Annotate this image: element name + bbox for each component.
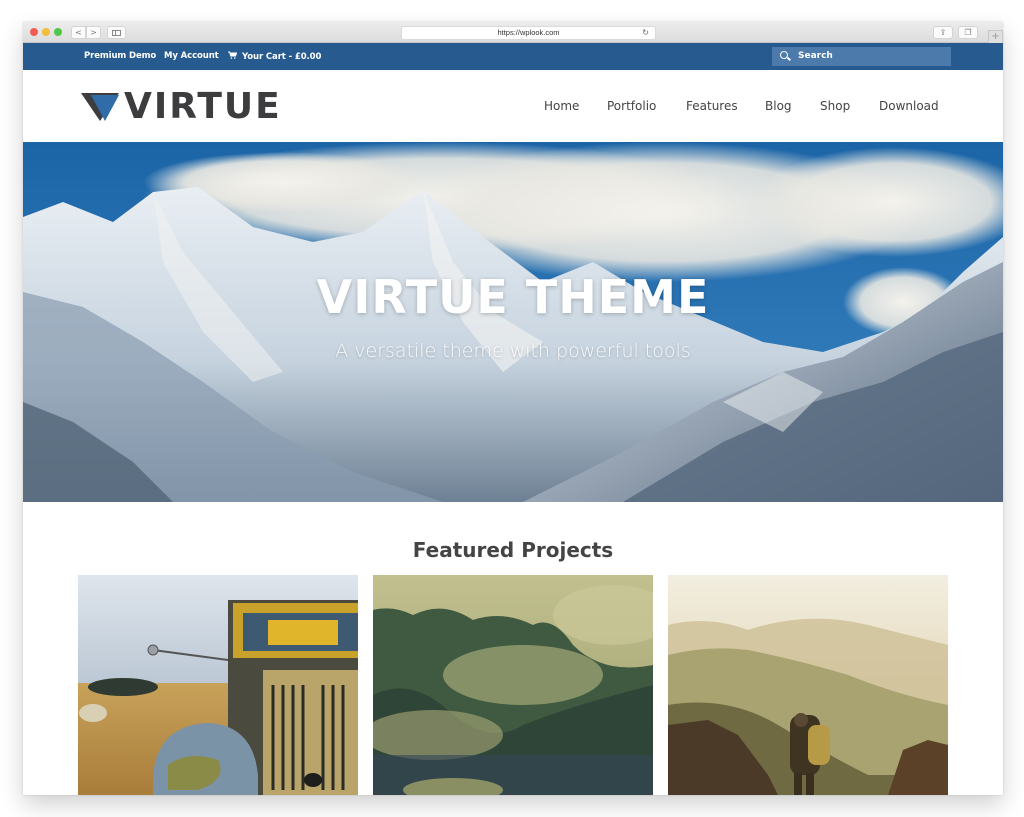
- logo-triangle-icon: [81, 93, 119, 121]
- tabs-icon: ❐: [964, 28, 972, 37]
- search-icon: [780, 51, 788, 59]
- my-account-link[interactable]: My Account: [164, 51, 219, 61]
- nav-features[interactable]: Features: [686, 99, 738, 113]
- cart-icon: [228, 51, 238, 61]
- chevron-left-icon: <: [75, 28, 82, 37]
- chevron-right-icon: >: [90, 28, 97, 37]
- nav-download[interactable]: Download: [879, 99, 939, 113]
- project-card-forest[interactable]: [373, 575, 653, 795]
- truck-image: [78, 575, 358, 795]
- reload-icon[interactable]: ↻: [642, 27, 649, 39]
- browser-toolbar: < > https://wplook.com ↻ ⇪ ❐ +: [23, 22, 1003, 44]
- search-placeholder: Search: [798, 51, 833, 61]
- nav-home[interactable]: Home: [544, 99, 579, 113]
- featured-projects-heading: Featured Projects: [412, 538, 614, 562]
- address-bar[interactable]: https://wplook.com ↻: [401, 26, 656, 40]
- back-button[interactable]: <: [71, 26, 86, 39]
- cart-label: Your Cart - £0.00: [242, 52, 322, 62]
- hero-subtitle: A versatile theme with powerful tools: [335, 340, 691, 362]
- logo-text: VIRTUE: [124, 86, 282, 127]
- sidebar-icon: [112, 30, 121, 36]
- zoom-window-button[interactable]: [54, 28, 62, 36]
- forest-image: [373, 575, 653, 795]
- new-tab-button[interactable]: +: [988, 30, 1003, 44]
- cart-link[interactable]: Your Cart - £0.00: [228, 51, 321, 62]
- hero-title: VIRTUE THEME: [316, 270, 710, 324]
- share-button[interactable]: ⇪: [933, 26, 953, 39]
- top-bar: Premium Demo My Account Your Cart - £0.0…: [23, 43, 1003, 70]
- hiker-image: [668, 575, 948, 795]
- plus-icon: +: [991, 31, 1000, 42]
- site-header: VIRTUE Home Portfolio Features Blog Shop…: [23, 70, 1003, 142]
- premium-demo-link[interactable]: Premium Demo: [84, 51, 156, 61]
- project-card-truck[interactable]: [78, 575, 358, 795]
- forward-button[interactable]: >: [86, 26, 101, 39]
- minimize-window-button[interactable]: [42, 28, 50, 36]
- sidebar-toggle-button[interactable]: [107, 26, 126, 39]
- nav-blog[interactable]: Blog: [765, 99, 792, 113]
- nav-portfolio[interactable]: Portfolio: [607, 99, 656, 113]
- hero-banner: VIRTUE THEME A versatile theme with powe…: [23, 142, 1003, 502]
- show-tabs-button[interactable]: ❐: [958, 26, 978, 39]
- browser-window: < > https://wplook.com ↻ ⇪ ❐ + Premium D…: [23, 22, 1003, 795]
- nav-shop[interactable]: Shop: [820, 99, 850, 113]
- project-card-hiker[interactable]: [668, 575, 948, 795]
- search-input[interactable]: Search: [772, 47, 951, 66]
- share-icon: ⇪: [939, 28, 947, 37]
- close-window-button[interactable]: [30, 28, 38, 36]
- url-text: https://wplook.com: [497, 28, 560, 37]
